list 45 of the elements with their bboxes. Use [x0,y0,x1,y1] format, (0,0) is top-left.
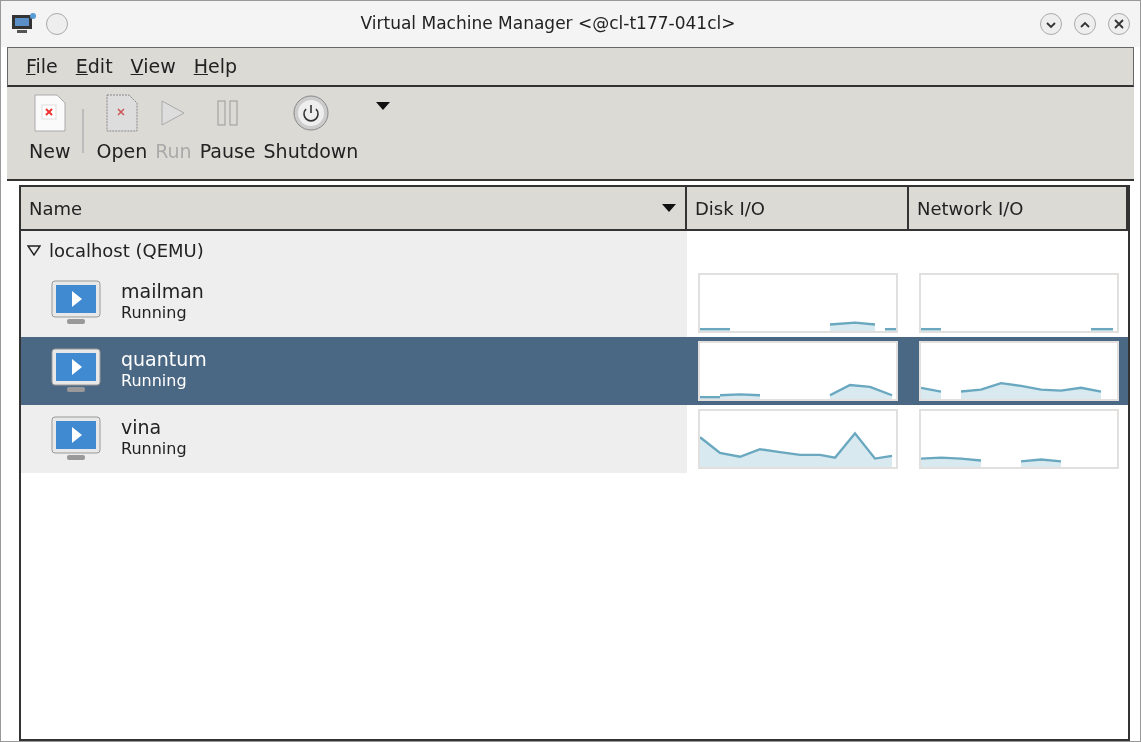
new-document-icon [32,92,67,133]
sparkline-segment [1090,327,1113,331]
vm-status: Running [121,438,187,461]
menu-item[interactable]: View [122,50,184,83]
power-icon [290,92,331,133]
expander-icon[interactable] [27,244,41,256]
monitor-icon [51,280,101,326]
caret-icon [375,101,392,111]
monitor-icon [51,416,101,462]
vm-status: Running [121,302,188,325]
toolbar-button[interactable]: Pause [195,92,260,165]
close-icon [1112,17,1126,31]
menu-item[interactable]: Help [185,50,246,83]
column-header[interactable]: Name [21,187,687,231]
vm-name: vina [121,416,163,438]
sparkline-segment [829,383,893,399]
toolbar-button[interactable]: Open [92,92,152,165]
toolbar-button[interactable]: New [25,92,75,165]
menu-item[interactable]: File [18,50,66,83]
sparkline-segment [1020,458,1061,467]
host-label: localhost (QEMU) [49,238,204,263]
vm-status: Running [121,370,188,393]
table-row[interactable]: quantum Running [21,337,687,405]
sort-arrow-icon [661,203,677,213]
sparkline-segment [920,386,941,399]
window-title: Virtual Machine Manager <@cl-t177-041cl> [359,12,737,36]
table-row[interactable]: mailman Running [21,269,687,337]
sparkline-segment [920,456,981,467]
document-icon [104,92,139,133]
sparkline-segment [920,327,941,331]
vm-name: mailman [121,280,204,302]
toolbar-button[interactable]: Shutdown [259,92,363,165]
minimize-button[interactable] [1040,13,1062,35]
table-row[interactable]: vina Running [21,405,687,473]
app-icon[interactable] [11,13,37,35]
close-button[interactable] [1108,13,1130,35]
menu-item[interactable]: Edit [67,50,121,83]
sparkline-segment [829,321,876,331]
column-header[interactable]: Disk I/O [687,187,909,231]
monitor-icon [51,348,101,394]
sparkline-segment [700,327,730,331]
vm-name: quantum [121,348,207,370]
sparkline-segment [885,327,896,331]
column-header[interactable]: Network I/O [909,187,1128,231]
maximize-button[interactable] [1074,13,1096,35]
